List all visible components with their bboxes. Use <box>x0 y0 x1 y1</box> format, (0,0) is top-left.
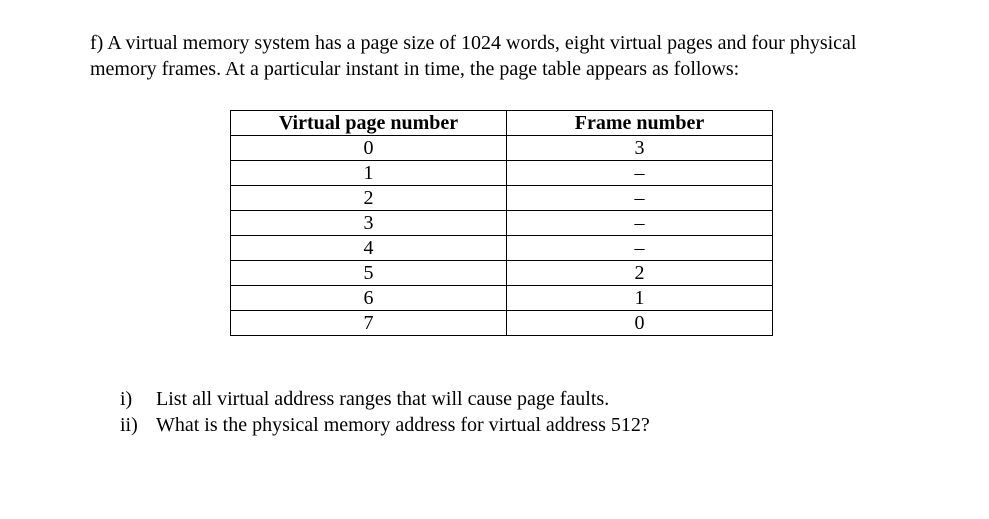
frame-cell: – <box>507 186 773 211</box>
question-text: List all virtual address ranges that wil… <box>156 386 899 412</box>
frame-cell: 1 <box>507 286 773 311</box>
vpn-cell: 1 <box>231 161 507 186</box>
table-row: 2 – <box>231 186 773 211</box>
questions-list: i) List all virtual address ranges that … <box>120 386 899 438</box>
question-marker: i) <box>120 386 156 412</box>
table-row: 4 – <box>231 236 773 261</box>
problem-text: f) A virtual memory system has a page si… <box>90 32 856 80</box>
question-item: i) List all virtual address ranges that … <box>120 386 899 412</box>
frame-cell: – <box>507 211 773 236</box>
table-row: 5 2 <box>231 261 773 286</box>
frame-cell: – <box>507 236 773 261</box>
frame-cell: 3 <box>507 136 773 161</box>
table-row: 3 – <box>231 211 773 236</box>
frame-cell: 0 <box>507 311 773 336</box>
question-item: ii) What is the physical memory address … <box>120 412 899 438</box>
vpn-cell: 3 <box>231 211 507 236</box>
vpn-cell: 7 <box>231 311 507 336</box>
problem-statement: f) A virtual memory system has a page si… <box>90 30 899 82</box>
vpn-cell: 5 <box>231 261 507 286</box>
table-row: 7 0 <box>231 311 773 336</box>
question-text: What is the physical memory address for … <box>156 412 899 438</box>
table-row: 0 3 <box>231 136 773 161</box>
vpn-cell: 0 <box>231 136 507 161</box>
table-row: 6 1 <box>231 286 773 311</box>
header-virtual-page: Virtual page number <box>231 111 507 136</box>
question-marker: ii) <box>120 412 156 438</box>
frame-cell: – <box>507 161 773 186</box>
page-table: Virtual page number Frame number 0 3 1 –… <box>230 110 773 336</box>
frame-cell: 2 <box>507 261 773 286</box>
vpn-cell: 6 <box>231 286 507 311</box>
header-frame-number: Frame number <box>507 111 773 136</box>
vpn-cell: 2 <box>231 186 507 211</box>
table-row: 1 – <box>231 161 773 186</box>
table-header-row: Virtual page number Frame number <box>231 111 773 136</box>
vpn-cell: 4 <box>231 236 507 261</box>
